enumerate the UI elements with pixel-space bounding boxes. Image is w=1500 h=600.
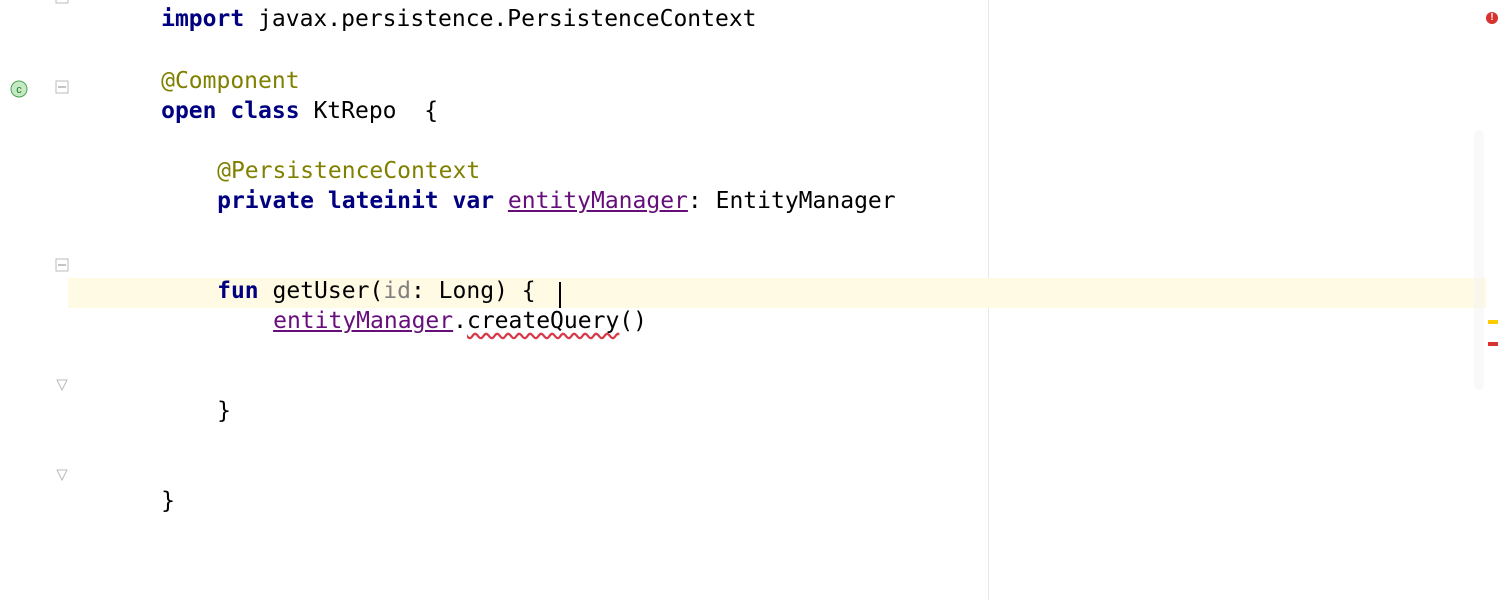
warning-marker[interactable] <box>1488 320 1498 324</box>
class-icon: c <box>10 78 28 104</box>
keyword-class: class <box>230 98 313 124</box>
code-line: entityManager.createQuery() <box>78 282 647 360</box>
error-stripe[interactable]: ! <box>1486 0 1500 600</box>
keyword-lateinit: lateinit <box>328 188 453 214</box>
keyword-import: import <box>161 6 244 32</box>
error-marker[interactable] <box>1488 342 1498 346</box>
scrollbar[interactable] <box>1474 130 1484 390</box>
editor-root: c import javax.persistence.PersistenceCo… <box>0 0 1500 600</box>
code-line: } <box>78 462 175 540</box>
text-caret <box>559 282 561 308</box>
identifier-entityManager: entityManager <box>508 188 688 214</box>
svg-text:c: c <box>16 84 22 96</box>
fold-close-handle[interactable] <box>55 468 69 482</box>
fold-handle[interactable] <box>55 258 69 272</box>
gutter: c <box>0 0 68 600</box>
code-line: } <box>78 372 231 450</box>
method-createQuery: createQuery <box>467 308 619 334</box>
code-line: private lateinit var entityManager: Enti… <box>78 162 896 240</box>
fold-close-handle[interactable] <box>55 378 69 392</box>
keyword-var: var <box>453 188 508 214</box>
fold-handle[interactable] <box>55 0 69 4</box>
keyword-private: private <box>217 188 328 214</box>
identifier-entityManager: entityManager <box>273 308 453 334</box>
code-editor[interactable]: import javax.persistence.PersistenceCont… <box>68 0 1500 600</box>
error-indicator-icon[interactable]: ! <box>1486 12 1498 24</box>
fold-handle[interactable] <box>55 80 69 94</box>
keyword-open: open <box>161 98 230 124</box>
